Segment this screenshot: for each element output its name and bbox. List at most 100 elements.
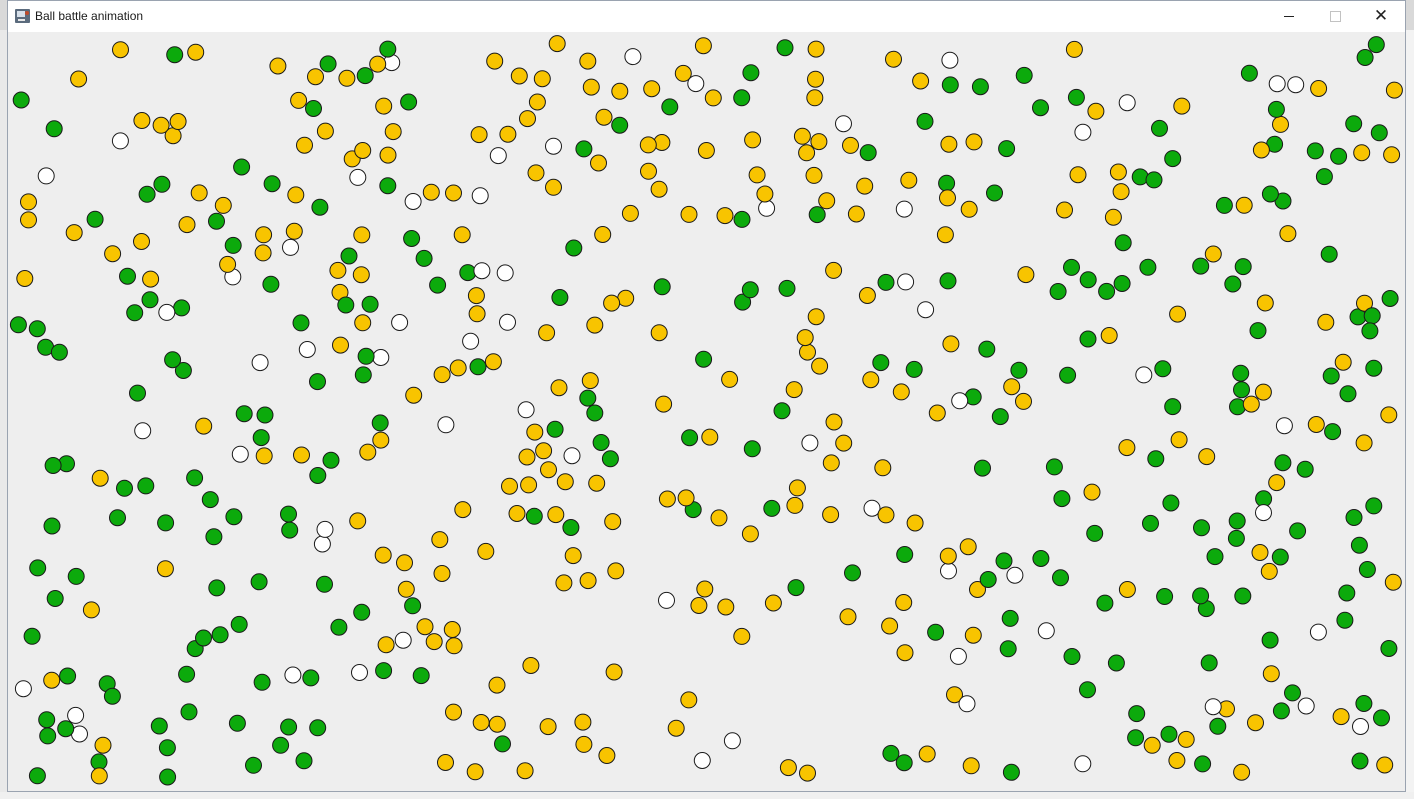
green-ball (999, 640, 1017, 658)
yellow-ball (564, 547, 582, 565)
green-ball (1193, 519, 1210, 537)
yellow-ball (939, 547, 957, 565)
yellow-ball (527, 164, 545, 182)
green-ball (1261, 185, 1279, 203)
yellow-ball (133, 233, 150, 250)
green-ball (1361, 322, 1379, 340)
yellow-ball (788, 479, 806, 497)
yellow-ball (764, 594, 782, 612)
yellow-ball (1083, 483, 1101, 501)
yellow-ball (588, 474, 606, 492)
white-ball (391, 314, 409, 331)
white-ball (1037, 622, 1055, 640)
maximize-icon (1329, 10, 1341, 22)
yellow-ball (877, 506, 895, 524)
green-ball (979, 571, 997, 588)
maximize-button[interactable] (1312, 1, 1358, 31)
yellow-ball (94, 736, 112, 754)
yellow-ball (468, 305, 486, 323)
green-ball (611, 116, 629, 134)
yellow-ball (807, 308, 825, 326)
animation-canvas[interactable] (8, 32, 1405, 791)
green-ball (776, 39, 794, 57)
green-ball (1145, 171, 1163, 189)
yellow-ball (1017, 266, 1035, 284)
white-ball (1074, 755, 1092, 773)
white-ball (517, 401, 535, 419)
green-ball (1336, 611, 1354, 629)
yellow-ball (939, 189, 956, 207)
green-ball (119, 267, 136, 285)
yellow-ball (214, 196, 232, 214)
yellow-ball (940, 135, 958, 153)
green-ball (103, 687, 121, 705)
green-ball (28, 767, 46, 785)
yellow-ball (779, 759, 797, 777)
yellow-ball (437, 754, 454, 771)
yellow-ball (443, 621, 461, 638)
green-ball (927, 623, 945, 641)
yellow-ball (445, 637, 463, 655)
green-ball (941, 76, 959, 94)
green-ball (1164, 398, 1182, 416)
green-ball (1233, 381, 1250, 399)
minimize-button[interactable] (1266, 1, 1312, 31)
white-ball (687, 75, 705, 93)
yellow-ball (516, 762, 534, 780)
white-ball (316, 520, 334, 538)
green-ball (525, 507, 543, 525)
yellow-ball (643, 80, 661, 98)
yellow-ball (550, 379, 568, 397)
green-ball (1367, 36, 1385, 54)
green-ball (208, 212, 225, 230)
green-ball (201, 491, 219, 509)
white-ball (158, 303, 176, 321)
green-ball (59, 667, 77, 685)
yellow-ball (807, 70, 824, 88)
green-ball (415, 249, 433, 267)
yellow-ball (133, 112, 151, 129)
green-ball (280, 505, 297, 523)
yellow-ball (384, 123, 402, 141)
green-ball (1345, 115, 1363, 133)
yellow-ball (82, 601, 100, 619)
yellow-ball (590, 154, 607, 172)
green-ball (281, 521, 299, 539)
desktop-background-right (1406, 30, 1414, 799)
yellow-ball (810, 133, 828, 151)
close-button[interactable]: ✕ (1358, 1, 1404, 31)
green-ball (1063, 648, 1081, 665)
green-ball (1240, 64, 1258, 82)
yellow-ball (1235, 196, 1253, 214)
yellow-ball (70, 70, 88, 88)
yellow-ball (874, 459, 892, 477)
green-ball (1339, 385, 1357, 403)
yellow-ball (316, 122, 334, 140)
green-ball (129, 384, 146, 402)
green-ball (1306, 142, 1324, 160)
yellow-ball (470, 126, 488, 144)
yellow-ball (555, 574, 573, 592)
yellow-ball (526, 423, 544, 441)
yellow-ball (744, 131, 762, 149)
yellow-ball (1376, 756, 1394, 774)
yellow-ball (91, 469, 109, 487)
yellow-ball (1268, 474, 1286, 492)
yellow-ball (152, 116, 170, 134)
green-ball (1234, 258, 1252, 276)
yellow-ball (912, 72, 930, 90)
green-ball (681, 429, 699, 447)
green-ball (109, 509, 126, 527)
title-bar[interactable]: Ball battle animation ✕ (8, 1, 1405, 33)
green-ball (67, 567, 85, 585)
green-ball (1381, 290, 1399, 307)
green-ball (23, 627, 41, 645)
yellow-ball (539, 718, 557, 736)
yellow-ball (1279, 225, 1297, 243)
yellow-ball (697, 142, 715, 159)
white-ball (251, 354, 269, 372)
white-ball (801, 434, 819, 452)
yellow-ball (329, 261, 347, 279)
yellow-ball (680, 691, 698, 709)
green-ball (262, 275, 280, 293)
